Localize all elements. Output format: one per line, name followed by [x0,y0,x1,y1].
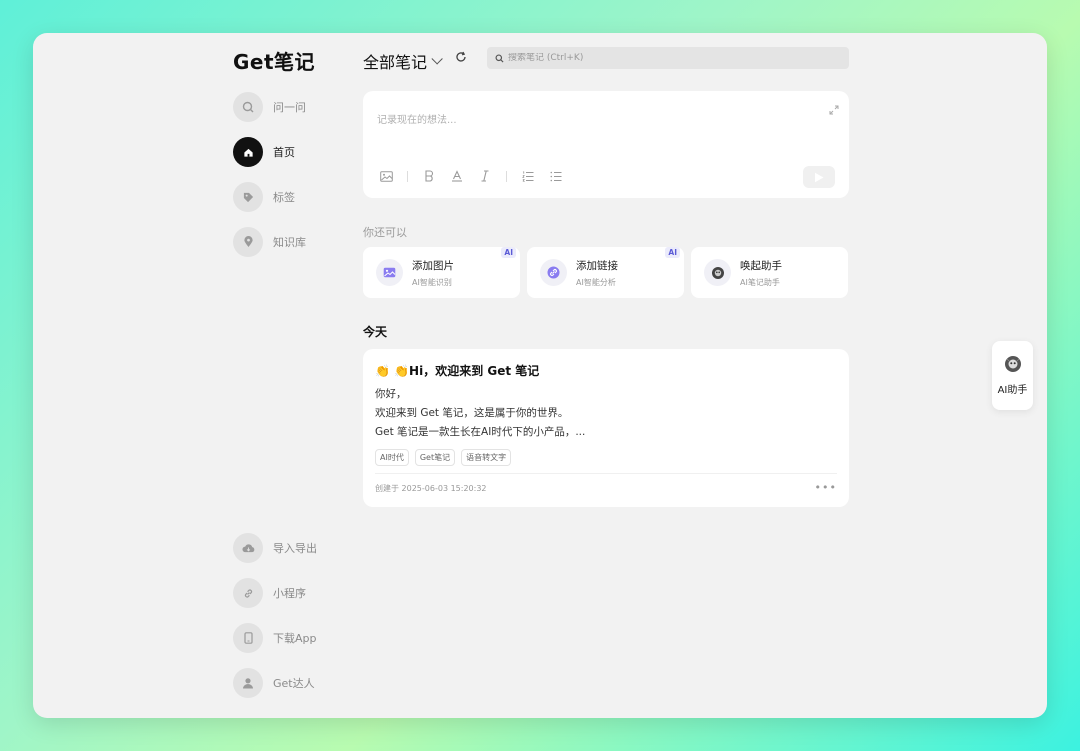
tag-icon [233,182,263,212]
assistant-icon [1004,356,1021,372]
suggestions-heading: 你还可以 [363,226,407,239]
search-icon [495,53,504,63]
insert-image-button[interactable] [379,169,393,183]
image-icon [376,259,403,286]
sidebar-item-label: 导入导出 [273,542,317,555]
page-title: 全部笔记 [363,53,428,72]
tag-chip[interactable]: 语音转文字 [461,449,512,466]
sidebar-item-download-app[interactable]: 下载App [233,623,317,653]
phone-icon [233,623,263,653]
sidebar-item-label: Get达人 [273,677,315,690]
link-icon [233,578,263,608]
text-color-icon [452,170,462,182]
note-title: 👏 👏Hi，欢迎来到 Get 笔记 [375,364,540,378]
chevron-down-icon [431,53,443,65]
note-created-time: 创建于 2025-06-03 15:20:32 [375,484,487,493]
ai-assistant-label: AI助手 [997,385,1028,396]
toolbar-divider [407,170,408,182]
ai-assistant-button[interactable]: AI助手 [992,341,1033,410]
sidebar-item-label: 标签 [273,191,295,204]
note-editor [363,91,849,198]
tag-chip[interactable]: Get笔记 [414,449,456,466]
italic-button[interactable] [478,169,492,183]
more-options-button[interactable]: ••• [815,481,837,494]
ai-badge: AI [665,247,680,258]
home-icon [233,137,263,167]
app-logo: Get笔记 [233,50,316,74]
note-body-line: 欢迎来到 Get 笔记，这是属于你的世界。 [375,407,569,419]
note-input[interactable] [377,111,797,151]
bullet-list-icon [550,171,562,181]
expand-icon [829,105,839,115]
sidebar-item-miniprogram[interactable]: 小程序 [233,578,306,608]
link-icon [540,259,567,286]
editor-toolbar [379,169,577,183]
refresh-icon [456,51,466,62]
add-link-card[interactable]: 添加链接 AI智能分析 AI [527,247,684,298]
note-body-line: 你好， [375,388,407,400]
ai-badge: AI [501,247,516,258]
ordered-list-icon [522,170,534,182]
note-tags: AI时代 Get笔记 语音转文字 [375,449,517,466]
assistant-icon [704,259,731,286]
card-subtitle: AI智能识别 [412,277,452,287]
sidebar-item-import-export[interactable]: 导入导出 [233,533,317,563]
sidebar-item-label: 首页 [273,146,295,159]
notebook-selector[interactable]: 全部笔记 [363,49,443,73]
search-bar[interactable] [487,47,849,69]
add-image-card[interactable]: 添加图片 AI智能识别 AI [363,247,520,298]
send-button[interactable] [803,166,835,188]
bold-button[interactable] [422,169,436,183]
image-icon [379,170,393,182]
sidebar-item-home[interactable]: 首页 [233,137,295,167]
sidebar-item-get-expert[interactable]: Get达人 [233,668,315,698]
ask-icon [233,92,263,122]
toolbar-divider [506,170,507,182]
sidebar-item-label: 下载App [273,632,317,645]
bold-icon [425,170,434,182]
card-title: 唤起助手 [740,259,782,272]
sidebar-item-label: 知识库 [273,236,306,249]
refresh-button[interactable] [454,50,468,64]
card-subtitle: AI智能分析 [576,277,616,287]
tag-chip[interactable]: AI时代 [375,449,409,466]
divider [375,473,837,474]
send-icon [815,172,824,182]
card-title: 添加图片 [412,259,454,272]
user-icon [233,668,263,698]
ordered-list-button[interactable] [521,169,535,183]
bullet-list-button[interactable] [549,169,563,183]
sidebar-item-ask[interactable]: 问一问 [233,92,306,122]
sidebar-item-knowledge[interactable]: 知识库 [233,227,306,257]
card-subtitle: AI笔记助手 [740,277,780,287]
knowledge-icon [233,227,263,257]
expand-button[interactable] [829,100,839,115]
section-heading-today: 今天 [363,325,388,339]
sidebar-item-label: 问一问 [273,101,306,114]
italic-icon [481,170,489,182]
summon-assistant-card[interactable]: 唤起助手 AI笔记助手 [691,247,848,298]
note-body-line: Get 笔记是一款生长在AI时代下的小产品，... [375,426,586,438]
note-card[interactable]: 👏 👏Hi，欢迎来到 Get 笔记 你好， 欢迎来到 Get 笔记，这是属于你的… [363,349,849,507]
card-title: 添加链接 [576,259,618,272]
search-input[interactable] [508,53,838,63]
sidebar-item-tags[interactable]: 标签 [233,182,295,212]
app-window: Get笔记 问一问 首页 标签 知识库 导入导出 小程序 下载App Get达人… [33,33,1047,718]
sidebar-item-label: 小程序 [273,587,306,600]
cloud-icon [233,533,263,563]
text-color-button[interactable] [450,169,464,183]
